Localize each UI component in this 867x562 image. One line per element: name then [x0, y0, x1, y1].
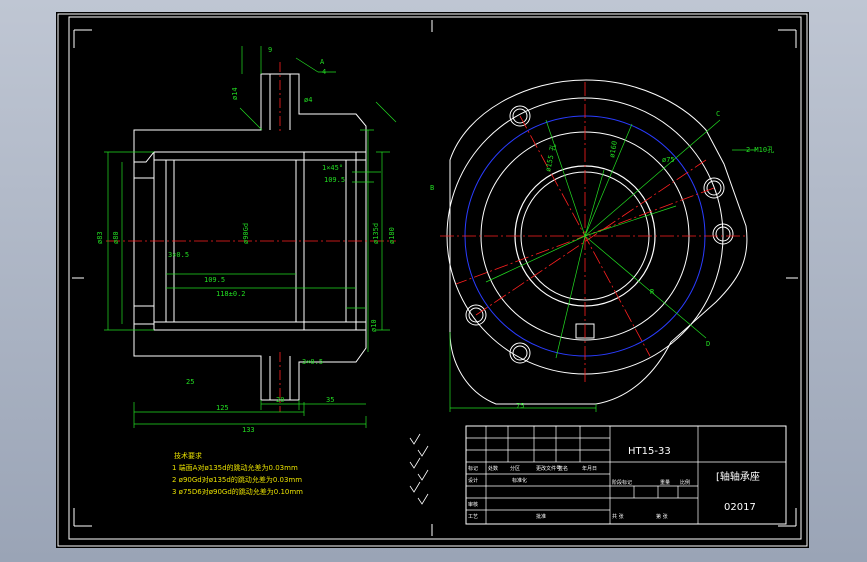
- cad-drawing: 9 ø14 ø4 4 1×45° 109.5 3×0.5 109.5 118±0…: [57, 13, 808, 547]
- label-d: D: [706, 340, 710, 348]
- outer-frame: [57, 13, 808, 547]
- dim-3x0-5: 3×0.5: [168, 251, 189, 259]
- section-dimension-lines: [104, 46, 397, 428]
- dim-9: 9: [268, 46, 272, 54]
- dim-d155: ø155 孔: [544, 143, 558, 172]
- drawing-sheet: 9 ø14 ø4 4 1×45° 109.5 3×0.5 109.5 118±0…: [56, 12, 809, 548]
- dim-2-m10: 2-M10孔: [746, 146, 774, 154]
- cell-process: 工艺: [468, 514, 478, 520]
- dim-35: 35: [326, 396, 334, 404]
- dim-d90: ø90Gd: [242, 223, 250, 244]
- section-lower-hatch: [133, 323, 367, 401]
- label-a: A: [320, 58, 325, 66]
- front-dimension-lines: [449, 119, 756, 412]
- cell-weight: 重量: [660, 479, 670, 486]
- dim-133: 133: [242, 426, 255, 434]
- cell-sign: 签名: [558, 465, 568, 472]
- title-block-cells: 标记 处数 分区 更改文件号 签名 年月日 设计 标准化 审核 工艺 批准 阶段…: [468, 465, 690, 520]
- note-line-1: 1 端面A对ø135d的跳动允差为0.03mm: [172, 463, 298, 472]
- dim-3x0-5-b: 3×0.5: [302, 358, 323, 366]
- cell-approve: 批准: [536, 513, 546, 520]
- label-c: C: [716, 110, 720, 118]
- dim-125: 125: [216, 404, 229, 412]
- dim-75: 75: [516, 402, 524, 410]
- note-line-2: 2 ø90Gd对ø135d的跳动允差为0.03mm: [172, 475, 302, 484]
- label-b: B: [430, 184, 434, 192]
- dim-d4: ø4: [304, 96, 312, 104]
- dim-d80: ø80: [112, 231, 120, 244]
- part-code: HT15-33: [628, 446, 671, 457]
- dim-25: 25: [186, 378, 194, 386]
- dim-118: 118±0.2: [216, 290, 246, 298]
- cell-design: 设计: [468, 477, 478, 484]
- cell-stage: 阶段标记: [612, 479, 632, 486]
- section-dimension-text: 9 ø14 ø4 4 1×45° 109.5 3×0.5 109.5 118±0…: [96, 46, 396, 434]
- dim-20: 20: [276, 396, 284, 404]
- cell-zone: 分区: [510, 465, 520, 472]
- cell-scale: 比例: [680, 479, 690, 486]
- dim-d75: ø75: [662, 156, 675, 164]
- section-view: 9 ø14 ø4 4 1×45° 109.5 3×0.5 109.5 118±0…: [96, 46, 397, 434]
- dim-d135: ø135d: [372, 223, 380, 244]
- dim-d10: ø10: [370, 319, 378, 332]
- drawing-number: 02017: [724, 502, 756, 513]
- note-line-3: 3 ø75D6对ø90Gd的跳动允差为0.10mm: [172, 487, 303, 496]
- dim-109-5: 109.5: [204, 276, 225, 284]
- dim-d83: ø83: [96, 231, 104, 244]
- front-view: ø155 孔 ø160 ø75 2-M10孔 75 C D B R: [430, 79, 774, 412]
- bolt-holes: [465, 105, 734, 364]
- dim-d14: ø14: [231, 87, 239, 100]
- surface-finish-symbols: [409, 433, 429, 505]
- cell-count: 处数: [488, 465, 498, 472]
- cell-date: 年月日: [582, 465, 597, 472]
- part-name: [轴轴承座: [716, 470, 760, 483]
- inner-frame: [68, 16, 802, 540]
- dim-chamfer-1x45: 1×45°: [322, 164, 343, 172]
- cell-sheet-no: 第 张: [656, 513, 668, 520]
- cell-mark: 标记: [468, 465, 478, 472]
- cell-review: 审核: [468, 501, 478, 508]
- dim-d48: 109.5: [324, 176, 345, 184]
- dim-4: 4: [322, 68, 326, 76]
- front-dimension-text: ø155 孔 ø160 ø75 2-M10孔 75 C D B R: [430, 110, 774, 410]
- cell-standard: 标准化: [512, 477, 527, 484]
- notes-title: 技术要求: [174, 451, 202, 460]
- dim-d180: ø180: [388, 227, 396, 244]
- title-block: 标记 处数 分区 更改文件号 签名 年月日 设计 标准化 审核 工艺 批准 阶段…: [465, 425, 787, 525]
- technical-notes: 技术要求 1 端面A对ø135d的跳动允差为0.03mm 2 ø90Gd对ø13…: [172, 451, 303, 496]
- cell-sheets-total: 共 张: [612, 513, 624, 520]
- dim-d160: ø160: [608, 140, 619, 158]
